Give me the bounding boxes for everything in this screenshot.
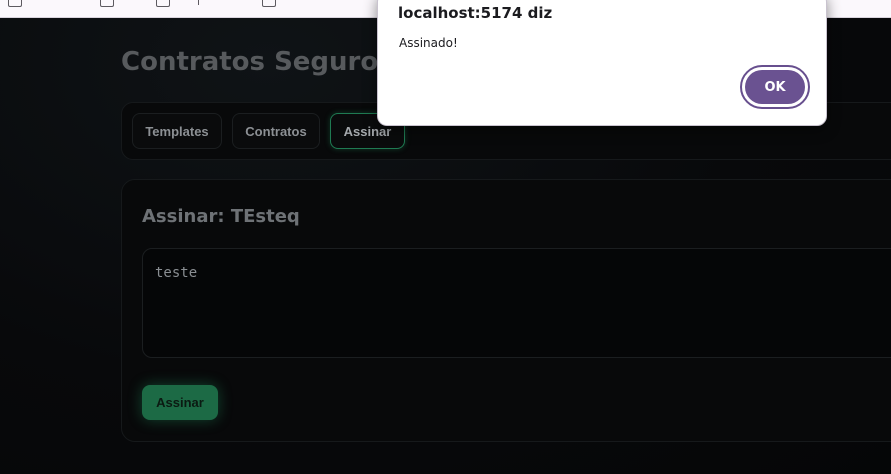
bookmark-icon[interactable] [156,0,170,7]
page-title: Contratos Seguros [121,47,394,77]
tab-templates[interactable]: Templates [132,113,222,149]
ok-button-label: OK [745,70,805,104]
bookmark-icon[interactable] [100,0,114,7]
dialog-title: localhost:5174 diz [398,4,553,22]
tab-contratos[interactable]: Contratos [232,113,320,149]
ok-button[interactable]: OK [740,65,810,109]
bookmark-icon[interactable] [262,0,276,7]
sign-title: Assinar: TEsteq [142,206,300,227]
sign-button[interactable]: Assinar [142,385,218,420]
divider [198,0,199,5]
alert-dialog: localhost:5174 diz Assinado! OK [377,0,827,126]
bookmark-icon[interactable] [8,0,22,7]
dialog-message: Assinado! [399,36,458,50]
contract-content-textarea[interactable]: teste [142,248,891,358]
